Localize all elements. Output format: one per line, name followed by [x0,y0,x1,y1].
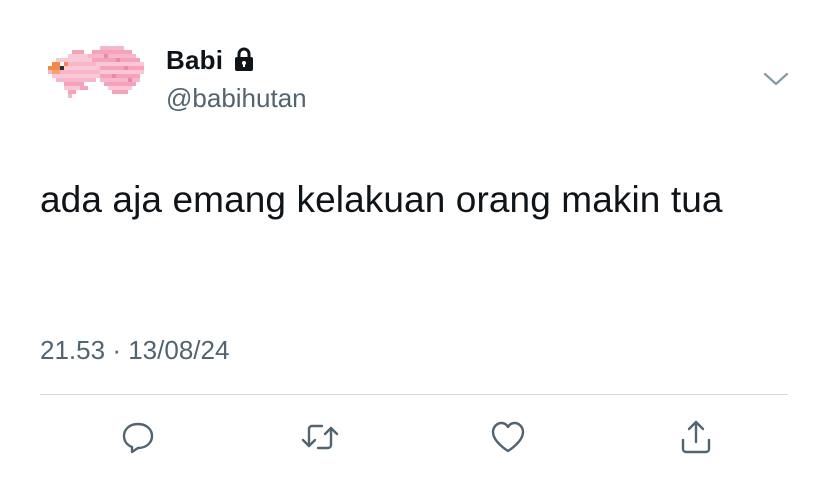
like-button[interactable] [488,418,528,456]
avatar[interactable] [44,38,148,114]
retweet-icon [301,424,339,450]
tweet-timestamp[interactable]: 21.53 · 13/08/24 [40,335,229,366]
user-handle[interactable]: @babihutan [166,83,307,114]
retweet-button[interactable] [300,418,340,456]
timestamp-separator: · [112,335,121,365]
reply-button[interactable] [118,418,158,456]
divider [40,394,788,395]
chevron-down-icon[interactable] [762,68,790,88]
share-button[interactable] [676,418,716,456]
tweet-time: 21.53 [40,335,106,365]
share-icon [681,420,711,454]
display-name[interactable]: Babi [166,45,223,76]
heart-icon [491,421,525,453]
reply-icon [122,422,154,454]
tweet-date: 13/08/24 [128,335,230,365]
tweet-text: ada aja emang kelakuan orang makin tua [40,179,723,220]
lock-icon [235,47,254,71]
author-name-row[interactable]: Babi [166,44,255,76]
tweet-card: Babi @babihutan ada aja emang kelakuan o… [0,0,828,482]
